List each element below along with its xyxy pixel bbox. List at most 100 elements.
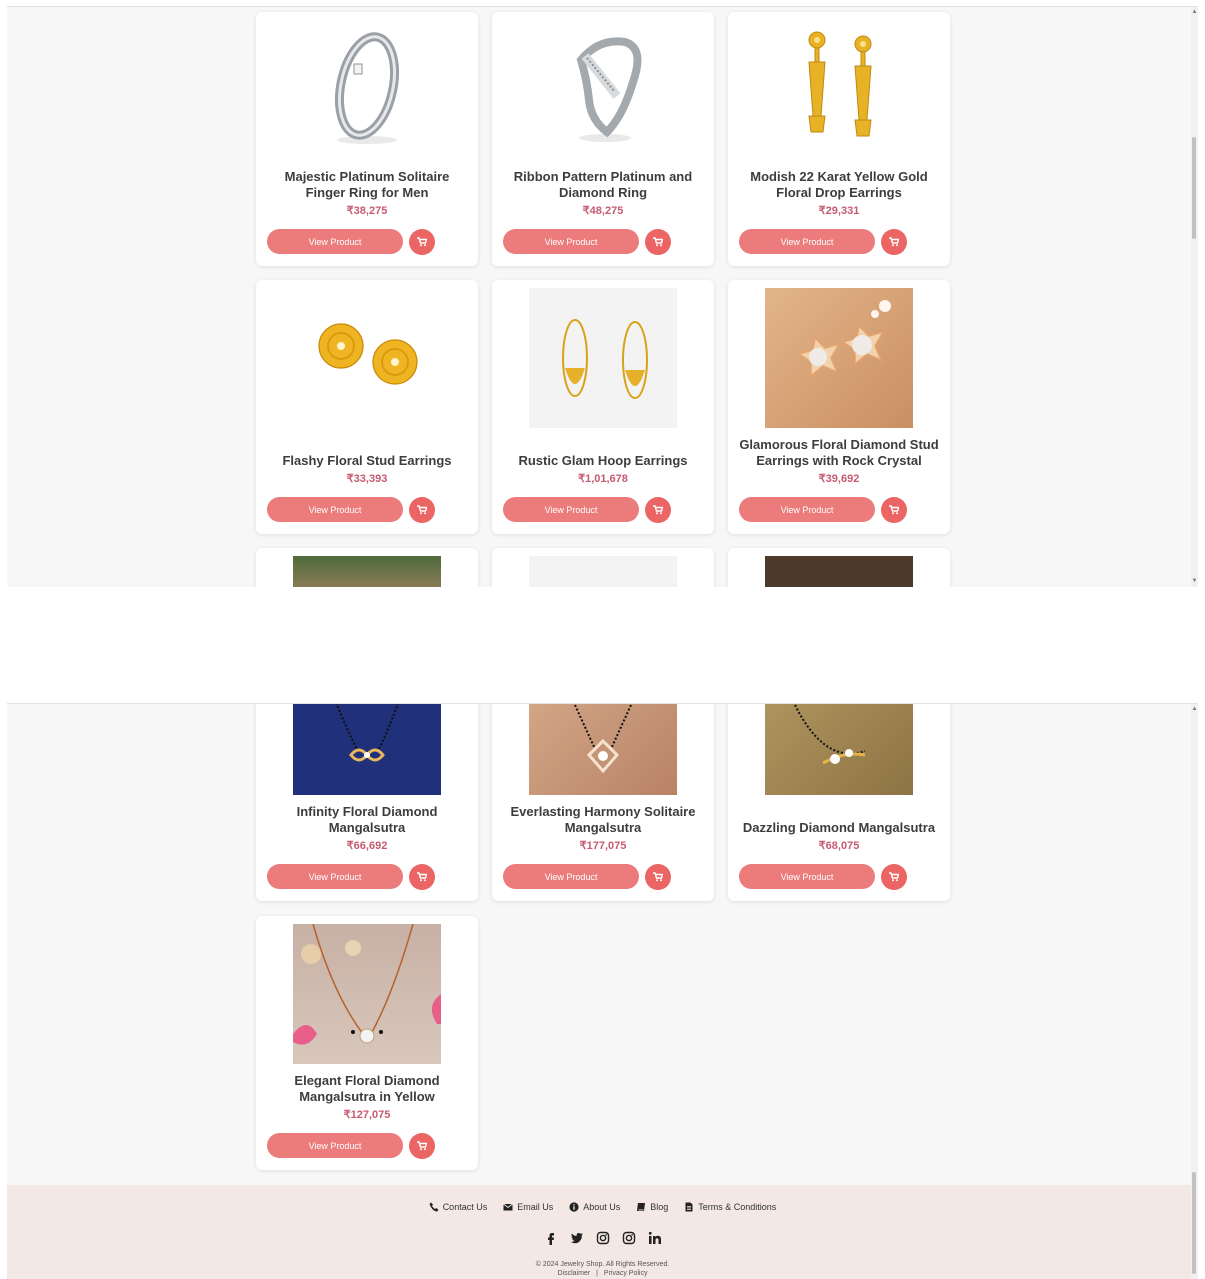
add-to-cart-button[interactable] xyxy=(409,1133,435,1159)
view-product-button[interactable]: View Product xyxy=(739,497,875,522)
copyright-text: © 2024 Jewelry Shop. All Rights Reserved… xyxy=(535,1261,670,1268)
footer-link-contact[interactable]: Contact Us xyxy=(429,1202,488,1212)
view-product-button[interactable]: View Product xyxy=(503,497,639,522)
view-product-button[interactable]: View Product xyxy=(503,864,639,889)
footer-link-terms[interactable]: Terms & Conditions xyxy=(684,1202,776,1212)
scroll-up-arrow[interactable]: ▲ xyxy=(1191,9,1198,16)
product-image[interactable] xyxy=(293,288,441,428)
product-title[interactable]: Elegant Floral Diamond Mangalsutra in Ye… xyxy=(264,1069,470,1105)
view-product-button[interactable]: View Product xyxy=(267,497,403,522)
mangalsutra-beige-photo xyxy=(574,704,632,774)
product-image[interactable] xyxy=(293,556,441,587)
product-image[interactable] xyxy=(765,556,913,587)
product-image[interactable] xyxy=(765,288,913,428)
footer-link-blog[interactable]: Blog xyxy=(636,1202,668,1212)
product-card: Modish 22 Karat Yellow Gold Floral Drop … xyxy=(728,12,950,266)
footer-link-label: Email Us xyxy=(517,1202,554,1212)
product-price: ₹33,393 xyxy=(346,473,388,485)
add-to-cart-button[interactable] xyxy=(881,497,907,523)
view-product-button[interactable]: View Product xyxy=(739,864,875,889)
instagram-icon[interactable] xyxy=(596,1231,610,1245)
legal-links: Disclaimer | Privacy Policy xyxy=(7,1269,1198,1278)
book-icon xyxy=(637,1203,646,1211)
product-price: ₹39,692 xyxy=(818,473,860,485)
product-card-partial xyxy=(492,548,714,587)
product-title[interactable]: Everlasting Harmony Solitaire Mangalsutr… xyxy=(500,800,706,836)
product-image[interactable] xyxy=(529,20,677,160)
scroll-up-arrow[interactable]: ▲ xyxy=(1191,706,1198,713)
product-image[interactable] xyxy=(529,704,677,795)
product-card: Flashy Floral Stud Earrings ₹33,393 View… xyxy=(256,280,478,534)
product-image[interactable] xyxy=(293,20,441,160)
footer-link-about[interactable]: About Us xyxy=(569,1202,620,1212)
product-title[interactable]: Glamorous Floral Diamond Stud Earrings w… xyxy=(736,433,942,469)
product-title[interactable]: Rustic Glam Hoop Earrings xyxy=(500,433,706,469)
add-to-cart-button[interactable] xyxy=(881,864,907,890)
site-footer: Contact Us Email Us About Us Blog Terms … xyxy=(7,1185,1198,1279)
add-to-cart-button[interactable] xyxy=(645,864,671,890)
add-to-cart-button[interactable] xyxy=(645,497,671,523)
product-card: Elegant Floral Diamond Mangalsutra in Ye… xyxy=(256,916,478,1170)
product-title[interactable]: Flashy Floral Stud Earrings xyxy=(264,433,470,469)
linkedin-icon[interactable] xyxy=(648,1231,662,1245)
view-product-button[interactable]: View Product xyxy=(267,1133,403,1158)
product-card: Everlasting Harmony Solitaire Mangalsutr… xyxy=(492,704,714,901)
product-card: Infinity Floral Diamond Mangalsutra ₹66,… xyxy=(256,704,478,901)
view-product-button[interactable]: View Product xyxy=(739,229,875,254)
product-card-partial xyxy=(256,548,478,587)
phone-icon xyxy=(429,1202,439,1212)
hoop-earrings-icon xyxy=(562,319,648,399)
scroll-down-arrow[interactable]: ▼ xyxy=(1191,578,1198,585)
scroll-thumb[interactable] xyxy=(1192,1172,1196,1274)
cart-icon xyxy=(417,1141,427,1151)
add-to-cart-button[interactable] xyxy=(409,229,435,255)
legal-separator: | xyxy=(596,1270,598,1277)
product-title[interactable]: Ribbon Pattern Platinum and Diamond Ring xyxy=(500,165,706,201)
scroll-thumb[interactable] xyxy=(1192,137,1196,239)
floral-stud-earrings-icon xyxy=(318,323,418,385)
platinum-ring-icon xyxy=(335,32,399,144)
product-image[interactable] xyxy=(765,20,913,160)
twitter-icon[interactable] xyxy=(570,1231,584,1245)
disclaimer-link[interactable]: Disclaimer xyxy=(558,1270,591,1277)
document-icon xyxy=(685,1202,693,1212)
product-price: ₹1,01,678 xyxy=(578,473,628,485)
scrollbar[interactable]: ▲ ▼ xyxy=(1191,7,1198,587)
product-grid-viewport-bottom[interactable]: Infinity Floral Diamond Mangalsutra ₹66,… xyxy=(7,703,1198,1279)
footer-link-label: Blog xyxy=(650,1202,669,1212)
add-to-cart-button[interactable] xyxy=(409,864,435,890)
scrollbar[interactable]: ▲ xyxy=(1191,704,1198,1279)
view-product-button[interactable]: View Product xyxy=(503,229,639,254)
product-title[interactable]: Infinity Floral Diamond Mangalsutra xyxy=(264,800,470,836)
add-to-cart-button[interactable] xyxy=(409,497,435,523)
product-price: ₹177,075 xyxy=(579,840,627,852)
mangalsutra-olive-photo xyxy=(794,704,866,765)
product-image[interactable] xyxy=(293,924,441,1064)
product-image[interactable] xyxy=(293,704,441,795)
product-title[interactable]: Dazzling Diamond Mangalsutra xyxy=(736,800,942,836)
cart-icon xyxy=(889,505,899,515)
facebook-icon[interactable] xyxy=(544,1231,558,1245)
footer-link-email[interactable]: Email Us xyxy=(503,1202,553,1212)
product-image[interactable] xyxy=(529,288,677,428)
add-to-cart-button[interactable] xyxy=(645,229,671,255)
product-image[interactable] xyxy=(529,556,677,587)
footer-links: Contact Us Email Us About Us Blog Terms … xyxy=(7,1202,1198,1212)
cart-icon xyxy=(889,872,899,882)
product-image[interactable] xyxy=(765,704,913,795)
privacy-policy-link[interactable]: Privacy Policy xyxy=(604,1270,648,1277)
cart-icon xyxy=(889,237,899,247)
view-product-button[interactable]: View Product xyxy=(267,229,403,254)
copyright-block: © 2024 Jewelry Shop. All Rights Reserved… xyxy=(7,1260,1198,1278)
view-product-button[interactable]: View Product xyxy=(267,864,403,889)
product-card: Glamorous Floral Diamond Stud Earrings w… xyxy=(728,280,950,534)
product-price: ₹38,275 xyxy=(346,205,388,217)
footer-link-label: Contact Us xyxy=(442,1202,488,1212)
envelope-icon xyxy=(503,1203,513,1211)
add-to-cart-button[interactable] xyxy=(881,229,907,255)
social-links xyxy=(7,1231,1198,1245)
product-title[interactable]: Majestic Platinum Solitaire Finger Ring … xyxy=(264,165,470,201)
product-grid-viewport-top[interactable]: Majestic Platinum Solitaire Finger Ring … xyxy=(7,6,1198,587)
product-title[interactable]: Modish 22 Karat Yellow Gold Floral Drop … xyxy=(736,165,942,201)
instagram-icon[interactable] xyxy=(622,1231,636,1245)
